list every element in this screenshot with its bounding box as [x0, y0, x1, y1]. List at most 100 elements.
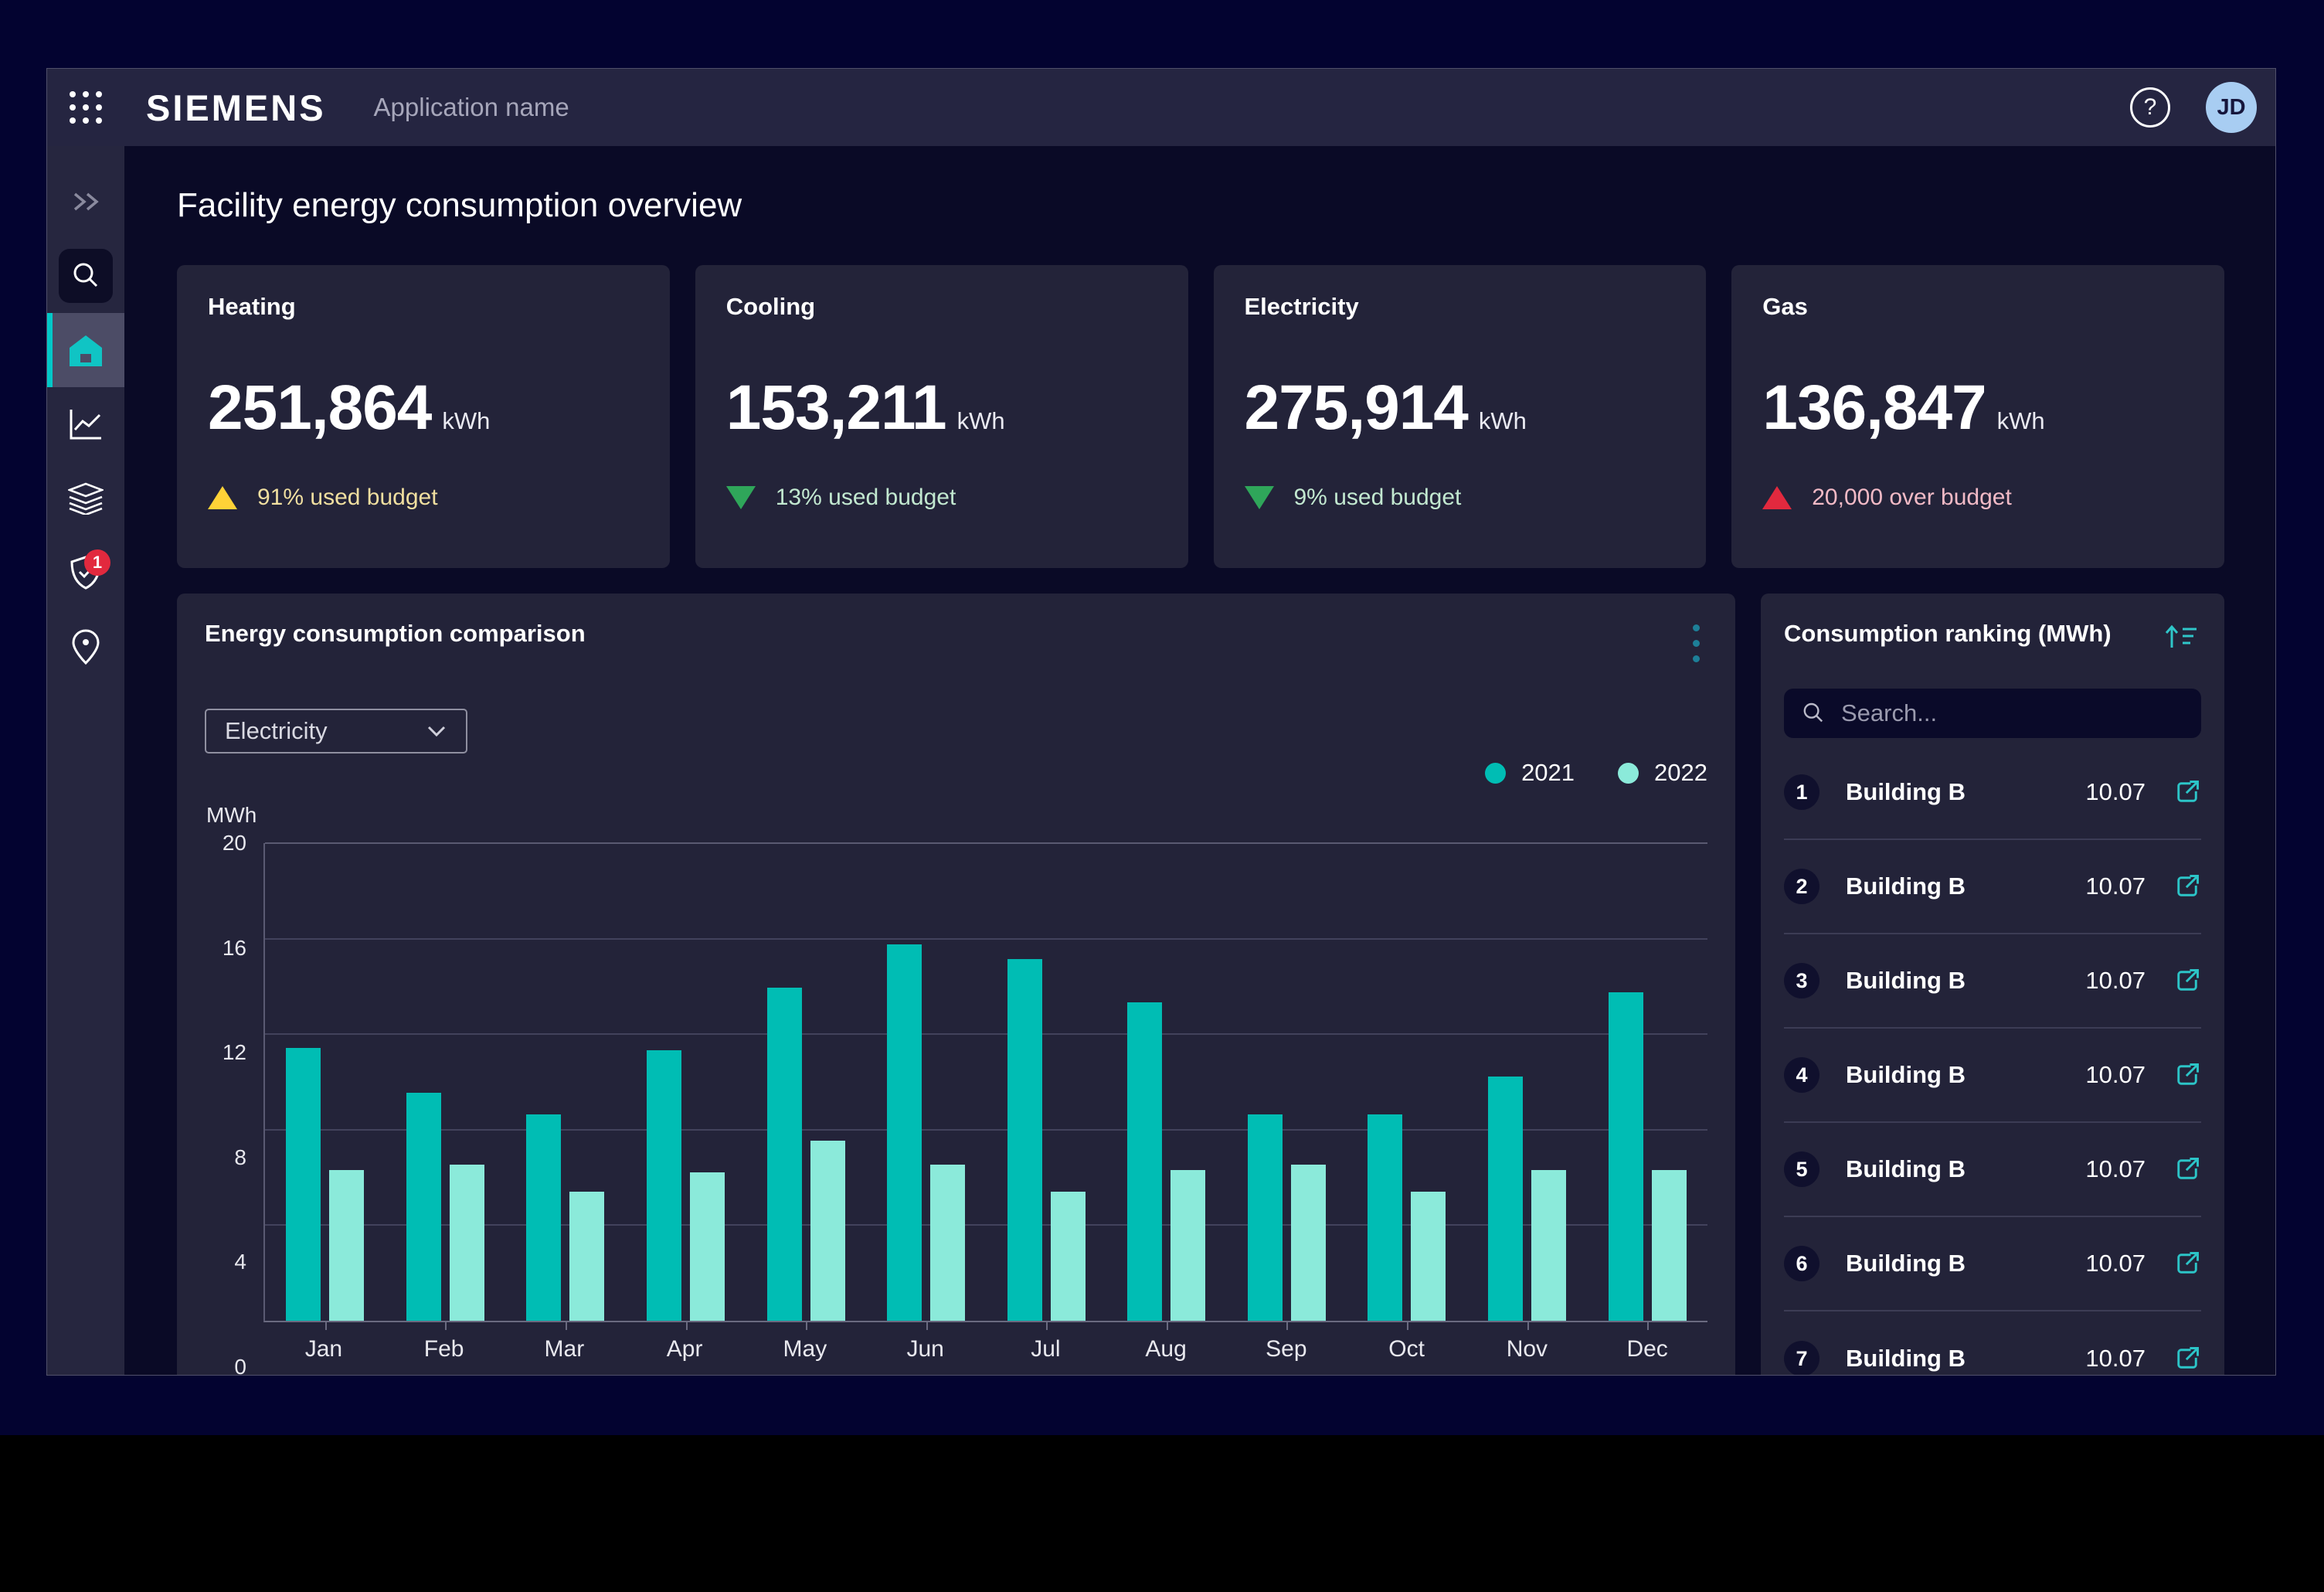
- panel-menu-button[interactable]: [1685, 620, 1707, 667]
- bar-2021-jul[interactable]: [1007, 959, 1042, 1321]
- bar-2022-sep[interactable]: [1291, 1165, 1326, 1321]
- sidebar-item-home[interactable]: [47, 313, 124, 387]
- ranking-row: 7Building B10.07: [1784, 1311, 2201, 1375]
- chevron-down-icon: [426, 724, 447, 738]
- sidebar-item-analytics[interactable]: [47, 387, 124, 461]
- x-tick-label: Apr: [624, 1336, 745, 1362]
- x-tick-label: May: [745, 1336, 865, 1362]
- plot-area: [263, 843, 1707, 1322]
- kpi-status-text: 9% used budget: [1294, 485, 1462, 511]
- sidebar: 1: [47, 146, 124, 1375]
- ranking-row: 1Building B10.07: [1784, 746, 2201, 840]
- kpi-unit: kWh: [442, 407, 490, 435]
- bar-2022-nov[interactable]: [1531, 1170, 1566, 1321]
- open-building-link[interactable]: [2173, 873, 2201, 900]
- kpi-card-cooling: Cooling 153,211 kWh 13% used budget: [695, 265, 1188, 568]
- legend-dot-icon: [1485, 763, 1506, 784]
- external-link-icon: [2173, 1345, 2201, 1373]
- bar-2021-may[interactable]: [767, 988, 802, 1321]
- sidebar-item-layers[interactable]: [47, 461, 124, 536]
- app-header: SIEMENS Application name ? JD: [47, 69, 2275, 146]
- x-axis-labels: JanFebMarAprMayJunJulAugSepOctNovDec: [263, 1336, 1707, 1362]
- bar-2021-oct[interactable]: [1368, 1114, 1402, 1321]
- bar-2021-nov[interactable]: [1488, 1077, 1523, 1321]
- page-title: Facility energy consumption overview: [177, 186, 2224, 225]
- sidebar-item-search[interactable]: [47, 239, 124, 313]
- sort-button[interactable]: [2161, 620, 2201, 658]
- bar-2021-mar[interactable]: [526, 1114, 561, 1321]
- open-building-link[interactable]: [2173, 778, 2201, 806]
- help-button[interactable]: ?: [2130, 87, 2170, 128]
- bar-2022-feb[interactable]: [450, 1165, 484, 1321]
- bar-2021-feb[interactable]: [406, 1093, 441, 1321]
- x-tick: [1167, 1322, 1168, 1330]
- open-building-link[interactable]: [2173, 1250, 2201, 1277]
- building-name: Building B: [1846, 1345, 2085, 1373]
- bar-2022-aug[interactable]: [1170, 1170, 1205, 1321]
- bar-2022-oct[interactable]: [1411, 1192, 1446, 1321]
- kpi-title: Electricity: [1245, 293, 1676, 321]
- bar-group-apr: [626, 843, 746, 1321]
- external-link-icon: [2173, 1061, 2201, 1089]
- bar-2021-dec[interactable]: [1609, 992, 1643, 1321]
- search-input[interactable]: [1841, 699, 2184, 727]
- energy-type-dropdown[interactable]: Electricity: [205, 709, 467, 753]
- x-tick: [1286, 1322, 1288, 1330]
- legend-label: 2021: [1521, 759, 1575, 787]
- legend-item-2022[interactable]: 2022: [1618, 759, 1707, 787]
- kpi-unit: kWh: [1997, 407, 2045, 435]
- x-tick-label: Nov: [1467, 1336, 1588, 1362]
- kpi-title: Gas: [1762, 293, 2193, 321]
- legend-item-2021[interactable]: 2021: [1485, 759, 1575, 787]
- bar-2021-sep[interactable]: [1248, 1114, 1283, 1321]
- y-tick-label: 16: [223, 936, 246, 961]
- bar-2022-jan[interactable]: [329, 1170, 364, 1321]
- bar-2022-dec[interactable]: [1652, 1170, 1687, 1321]
- x-tick-label: Sep: [1226, 1336, 1347, 1362]
- consumption-ranking-panel: Consumption ranking (MWh): [1761, 594, 2224, 1375]
- legend-dot-icon: [1618, 763, 1639, 784]
- rank-badge: 4: [1784, 1057, 1819, 1093]
- x-tick-label: Feb: [384, 1336, 505, 1362]
- kpi-title: Cooling: [726, 293, 1157, 321]
- bar-2021-jan[interactable]: [286, 1048, 321, 1321]
- home-icon: [68, 334, 104, 366]
- kpi-unit: kWh: [1479, 407, 1527, 435]
- open-building-link[interactable]: [2173, 1155, 2201, 1183]
- bar-2021-aug[interactable]: [1127, 1002, 1162, 1321]
- open-building-link[interactable]: [2173, 1061, 2201, 1089]
- avatar[interactable]: JD: [2206, 82, 2257, 133]
- trend-triangle-icon: [1245, 486, 1274, 509]
- bar-2022-apr[interactable]: [690, 1172, 725, 1321]
- kpi-status-text: 20,000 over budget: [1812, 485, 2012, 511]
- consumption-value: 10.07: [2085, 967, 2146, 995]
- y-tick-label: 4: [234, 1250, 246, 1274]
- consumption-value: 10.07: [2085, 778, 2146, 806]
- building-name: Building B: [1846, 1155, 2085, 1183]
- x-tick: [325, 1322, 327, 1330]
- y-axis-unit-label: MWh: [206, 803, 1707, 828]
- sidebar-item-compliance[interactable]: 1: [47, 536, 124, 610]
- bar-group-nov: [1467, 843, 1588, 1321]
- bar-2022-jun[interactable]: [930, 1165, 965, 1321]
- app-launcher-button[interactable]: [47, 69, 124, 146]
- bar-2022-may[interactable]: [810, 1141, 845, 1321]
- open-building-link[interactable]: [2173, 967, 2201, 995]
- x-tick: [1527, 1322, 1529, 1330]
- consumption-value: 10.07: [2085, 1345, 2146, 1373]
- external-link-icon: [2173, 1250, 2201, 1277]
- kpi-title: Heating: [208, 293, 639, 321]
- x-tick-label: Dec: [1587, 1336, 1707, 1362]
- consumption-value: 10.07: [2085, 1250, 2146, 1277]
- bar-2021-apr[interactable]: [647, 1050, 681, 1321]
- kpi-value: 136,847: [1762, 372, 1986, 444]
- question-mark-icon: ?: [2144, 94, 2157, 121]
- bar-group-jun: [866, 843, 987, 1321]
- bar-2022-jul[interactable]: [1051, 1192, 1086, 1321]
- sidebar-expand-button[interactable]: [47, 165, 124, 239]
- bar-2022-mar[interactable]: [569, 1192, 604, 1321]
- sidebar-item-locations[interactable]: [47, 610, 124, 684]
- bar-2021-jun[interactable]: [887, 944, 922, 1321]
- trend-triangle-icon: [726, 486, 756, 509]
- open-building-link[interactable]: [2173, 1345, 2201, 1373]
